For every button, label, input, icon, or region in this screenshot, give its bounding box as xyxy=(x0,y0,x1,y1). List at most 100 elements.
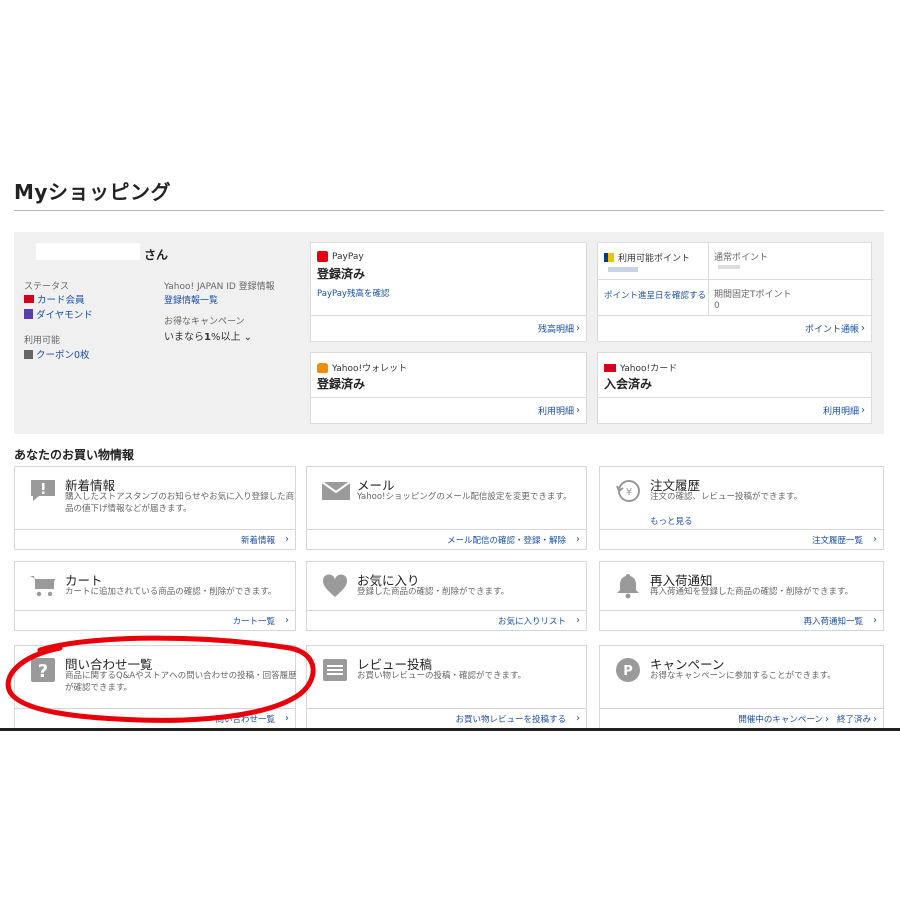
news-foot: 新着情報 xyxy=(240,535,275,546)
ycard-brand: Yahoo!カード xyxy=(604,361,677,374)
order-history-icon: ¥ xyxy=(614,477,642,505)
cart-icon xyxy=(29,572,57,600)
order-history-link[interactable]: 注文履歴一覧 › xyxy=(600,529,883,549)
svg-text:P: P xyxy=(623,664,633,679)
diamond-label: ダイヤモンド xyxy=(36,310,93,321)
restock-link[interactable]: 再入荷通知一覧 › xyxy=(600,610,883,630)
order-history-foot: 注文履歴一覧 xyxy=(811,535,863,546)
paypay-brand: PayPay xyxy=(317,251,364,262)
news-link[interactable]: 新着情報 › xyxy=(15,529,295,549)
ycard-name: Yahoo!カード xyxy=(620,364,678,374)
available-points: 利用可能ポイント xyxy=(604,251,690,264)
wallet-brand: Yahoo!ウォレット xyxy=(317,361,407,374)
points-row-divider xyxy=(598,279,873,280)
favorites-desc: 登録した商品の確認・削除ができます。 xyxy=(357,587,510,597)
redacted-normal-points xyxy=(718,265,740,269)
cart-foot: カート一覧 xyxy=(232,616,275,627)
card-icon xyxy=(24,295,34,303)
chevron-right-icon: › xyxy=(576,615,580,626)
cart-link[interactable]: カート一覧 › xyxy=(15,610,295,630)
paypay-balance-link[interactable]: PayPay残高を確認 xyxy=(317,287,389,299)
heart-icon xyxy=(321,572,349,600)
campaign-dropdown[interactable]: いまなら1%以上 ⌄ xyxy=(164,328,252,343)
favorites-foot: お気に入りリスト xyxy=(497,616,566,627)
campaign-prefix: いまなら xyxy=(164,332,204,343)
limited-points-value: 0 xyxy=(714,301,720,311)
tpoint-icon xyxy=(604,253,614,262)
paypay-foot-label: 残高明細 xyxy=(537,325,574,335)
mail-link[interactable]: メール配信の確認・登録・解除 › xyxy=(307,529,586,549)
ycard-statement-link[interactable]: 利用明細 › xyxy=(598,397,871,423)
coupon-icon xyxy=(24,349,33,359)
restock-foot: 再入荷通知一覧 xyxy=(803,616,863,627)
campaign-ended-link[interactable]: 終了済み › xyxy=(837,713,877,725)
paypay-card: PayPay 登録済み PayPay残高を確認 残高明細 › xyxy=(310,242,587,342)
redacted-username xyxy=(36,243,140,260)
diamond-badge[interactable]: ダイヤモンド xyxy=(24,307,93,321)
wallet-statement-link[interactable]: 利用明細 › xyxy=(311,397,586,423)
restock-card[interactable]: 再入荷通知 再入荷通知を登録した商品の確認・削除ができます。 再入荷通知一覧 › xyxy=(599,561,884,631)
wallet-name: Yahoo!ウォレット xyxy=(332,364,408,374)
cart-desc: カートに追加されている商品の確認・削除ができます。 xyxy=(65,587,277,597)
mail-card[interactable]: メール Yahoo!ショッピングのメール配信設定を変更できます。 メール配信の確… xyxy=(306,466,587,550)
ycard-foot-label: 利用明細 xyxy=(822,407,859,417)
points-card: 利用可能ポイント 通常ポイント ポイント進呈日を確認する 期間固定Tポイント 0… xyxy=(597,242,873,342)
paypay-status: 登録済み xyxy=(317,267,366,281)
campaign-ended-label: 終了済み xyxy=(836,714,871,725)
review-foot: お買い物レビューを投稿する xyxy=(455,714,566,725)
card-member-badge[interactable]: カード会員 xyxy=(24,292,85,306)
cart-card[interactable]: カート カートに追加されている商品の確認・削除ができます。 カート一覧 › xyxy=(14,561,296,631)
wallet-card: Yahoo!ウォレット 登録済み 利用明細 › xyxy=(310,352,587,424)
coupon-label: クーポン0枚 xyxy=(36,350,90,361)
paypay-name: PayPay xyxy=(332,251,364,262)
chevron-right-icon: › xyxy=(873,615,877,626)
status-label: ステータス xyxy=(24,282,70,292)
exclamation-icon xyxy=(29,477,57,505)
redacted-points xyxy=(608,267,638,272)
order-history-card[interactable]: ¥ 注文履歴 注文の確認、レビュー投稿ができます。 もっと見る 注文履歴一覧 › xyxy=(599,466,884,550)
chevron-right-icon: › xyxy=(285,615,289,626)
bell-icon xyxy=(614,572,642,600)
chevron-right-icon: › xyxy=(576,713,580,724)
red-annotation-circle xyxy=(5,635,316,723)
available-points-label: 利用可能ポイント xyxy=(618,254,691,264)
paypay-icon xyxy=(317,251,328,262)
credit-card-icon xyxy=(604,363,616,372)
wallet-foot-label: 利用明細 xyxy=(537,407,574,417)
campaign-card[interactable]: P キャンペーン お得なキャンペーンに参加することができます。 開催中のキャンペ… xyxy=(599,645,884,729)
order-history-more-link[interactable]: もっと見る xyxy=(650,515,693,527)
wallet-status: 登録済み xyxy=(317,377,366,391)
registration-list-link[interactable]: 登録情報一覧 xyxy=(164,293,218,306)
coupon-link[interactable]: クーポン0枚 xyxy=(24,347,90,361)
point-grant-date-link[interactable]: ポイント進呈日を確認する xyxy=(604,289,706,301)
points-p-icon: P xyxy=(614,656,642,684)
chevron-right-icon: › xyxy=(576,534,580,545)
review-link[interactable]: お買い物レビューを投稿する › xyxy=(307,708,586,728)
normal-points-label: 通常ポイント xyxy=(714,253,769,263)
mail-desc: Yahoo!ショッピングのメール配信設定を変更できます。 xyxy=(357,492,572,502)
campaign-desc: お得なキャンペーンに参加することができます。 xyxy=(650,671,836,681)
point-passbook-link[interactable]: ポイント通帳 › xyxy=(598,315,871,341)
chevron-right-icon: › xyxy=(576,323,580,334)
chevron-down-icon: ⌄ xyxy=(243,332,253,343)
chevron-right-icon: › xyxy=(576,405,580,416)
chevron-right-icon: › xyxy=(861,405,865,416)
chevron-right-icon: › xyxy=(285,534,289,545)
review-card[interactable]: レビュー投稿 お買い物レビューの投稿・確認ができます。 お買い物レビューを投稿す… xyxy=(306,645,587,729)
paypay-statement-link[interactable]: 残高明細 › xyxy=(311,315,586,341)
review-desc: お買い物レビューの投稿・確認ができます。 xyxy=(357,671,527,681)
campaign-links: 開催中のキャンペーン › 終了済み › xyxy=(600,708,883,728)
chevron-right-icon: › xyxy=(873,713,877,725)
limited-points-label: 期間固定Tポイント xyxy=(714,290,792,300)
chevron-right-icon: › xyxy=(873,534,877,545)
page-title: Myショッピング xyxy=(14,180,171,204)
yahoo-card-card: Yahoo!カード 入会済み 利用明細 › xyxy=(597,352,872,424)
campaign-number: 1 xyxy=(204,332,211,343)
favorites-card[interactable]: お気に入り 登録した商品の確認・削除ができます。 お気に入りリスト › xyxy=(306,561,587,631)
news-card[interactable]: 新着情報 購入したストアスタンプのお知らせやお気に入り登録した商品の値下げ情報な… xyxy=(14,466,296,550)
campaign-active-link[interactable]: 開催中のキャンペーン › xyxy=(738,713,829,725)
section-title: あなたのお買い物情報 xyxy=(14,448,135,462)
favorites-link[interactable]: お気に入りリスト › xyxy=(307,610,586,630)
mail-icon xyxy=(321,477,351,505)
svg-text:¥: ¥ xyxy=(626,487,632,498)
